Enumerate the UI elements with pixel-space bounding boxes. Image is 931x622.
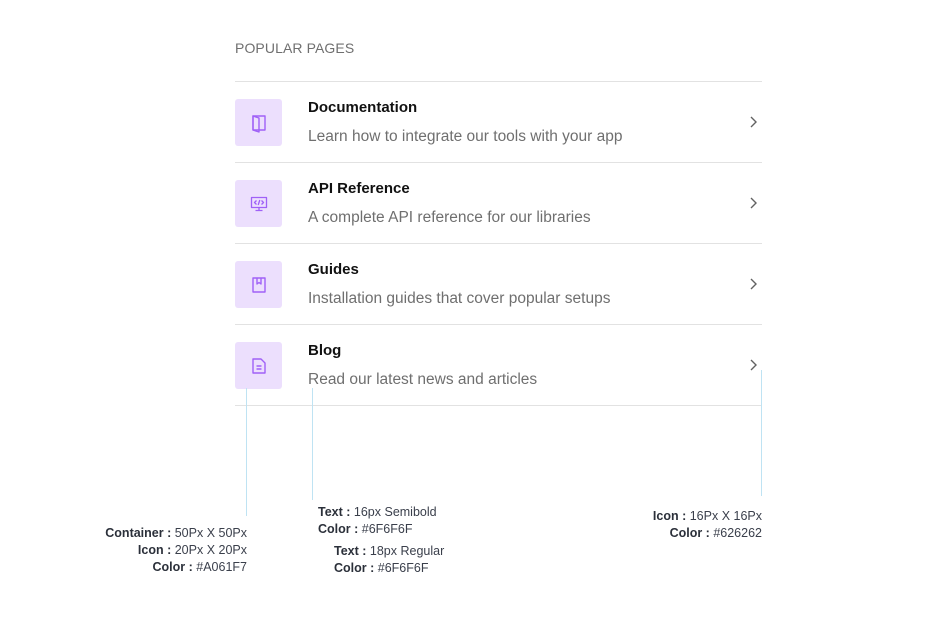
icon-container (235, 342, 282, 389)
list-item-guides[interactable]: Guides Installation guides that cover po… (235, 244, 762, 325)
item-title: Documentation (308, 99, 418, 116)
item-description: Installation guides that cover popular s… (308, 290, 611, 307)
chevron-right-icon[interactable] (748, 358, 758, 372)
guide-line-text (312, 388, 313, 500)
annotation-chevron: Icon : 16Px X 16Px Color : #626262 (652, 509, 762, 540)
icon-container (235, 180, 282, 227)
item-description: Learn how to integrate our tools with yo… (308, 128, 623, 145)
book-open-icon (251, 114, 266, 133)
section-title: POPULAR PAGES (235, 40, 355, 56)
item-description: A complete API reference for our librari… (308, 209, 591, 226)
list-item-documentation[interactable]: Documentation Learn how to integrate our… (235, 82, 762, 163)
guide-line-container (246, 388, 247, 516)
annotation-container: Container : 50Px X 50Px Icon : 20Px X 20… (105, 526, 247, 574)
bookmark-book-icon (251, 276, 266, 293)
list-item-blog[interactable]: Blog Read our latest news and articles (235, 325, 762, 406)
item-title: Blog (308, 342, 342, 359)
guide-line-chevron (761, 370, 762, 496)
annotation-title-text: Text : 16px Semibold Color : #6F6F6F (318, 505, 437, 536)
item-description: Read our latest news and articles (308, 371, 538, 388)
item-title: Guides (308, 261, 359, 278)
list-item-api-reference[interactable]: API Reference A complete API reference f… (235, 163, 762, 244)
chevron-right-icon[interactable] (748, 115, 758, 129)
document-icon (251, 357, 266, 374)
chevron-right-icon[interactable] (748, 277, 758, 291)
icon-container (235, 99, 282, 146)
annotation-description-text: Text : 18px Regular Color : #6F6F6F (334, 544, 445, 575)
item-title: API Reference (308, 180, 410, 197)
popular-pages-list: Documentation Learn how to integrate our… (235, 81, 762, 406)
chevron-right-icon[interactable] (748, 196, 758, 210)
code-monitor-icon (250, 196, 267, 211)
icon-container (235, 261, 282, 308)
